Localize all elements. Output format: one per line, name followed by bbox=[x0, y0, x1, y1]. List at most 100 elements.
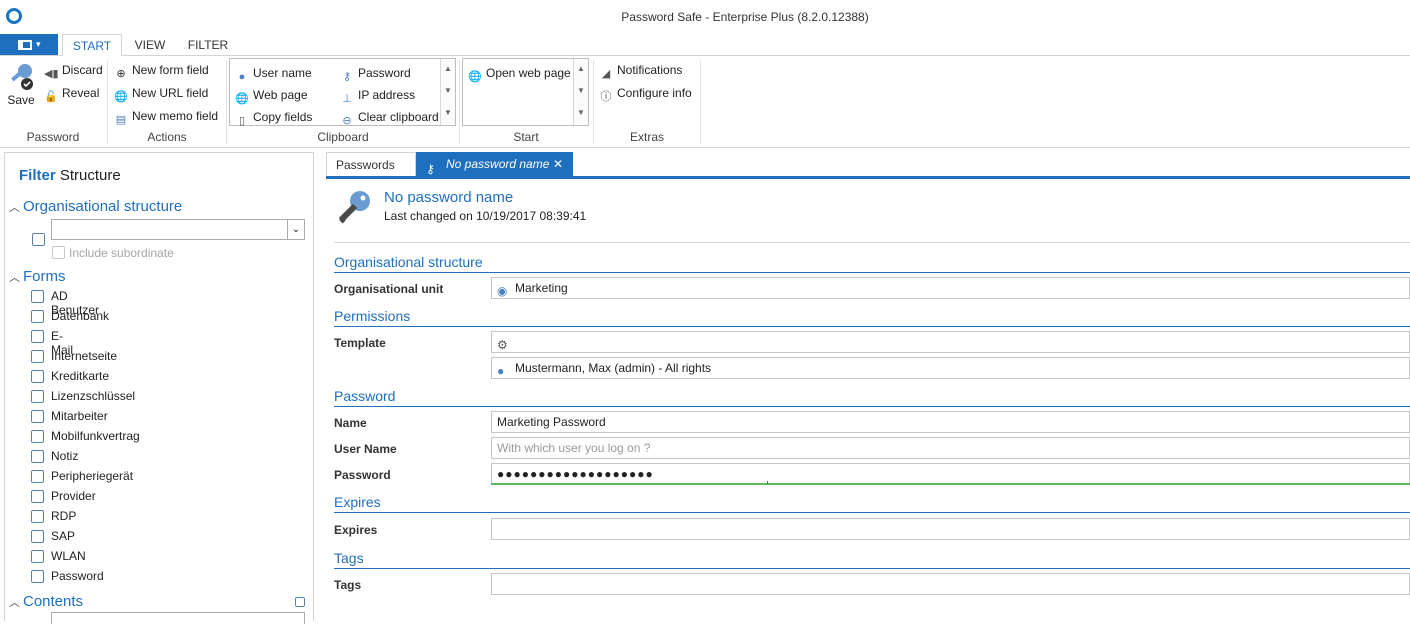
form-label: Provider bbox=[51, 489, 96, 503]
password-label: Password bbox=[334, 468, 391, 482]
clipboard-icon: ▯ bbox=[238, 115, 246, 127]
ribbon: Save ◀▮ Discard 🔓 Reveal Password ⊕ New for… bbox=[0, 56, 1410, 148]
ribbon-divider bbox=[226, 60, 227, 144]
scroll-up-icon[interactable]: ▲ bbox=[441, 59, 455, 81]
permission-entry[interactable]: ● Mustermann, Max (admin) - All rights bbox=[491, 357, 1410, 379]
tab-structure-panel[interactable]: Structure bbox=[60, 167, 121, 184]
form-checkbox[interactable] bbox=[31, 410, 44, 423]
password-field[interactable]: ●●●●●●●●●●●●●●●●●●● bbox=[491, 463, 1410, 485]
template-label: Template bbox=[334, 336, 386, 350]
copy-web-page-label: Web page bbox=[253, 88, 308, 102]
strength-marker bbox=[766, 481, 768, 484]
chevron-down-icon[interactable]: ⌄ bbox=[287, 220, 304, 239]
form-checkbox[interactable] bbox=[31, 310, 44, 323]
start-gallery: 🌐 Open web page ▲ ▼ ▼ bbox=[462, 58, 589, 126]
form-label: Password bbox=[51, 569, 104, 583]
form-checkbox[interactable] bbox=[31, 550, 44, 563]
contents-checkbox[interactable] bbox=[295, 597, 305, 607]
memo-icon: ▤ bbox=[115, 114, 127, 126]
form-label: Notiz bbox=[51, 449, 79, 463]
tab-no-password-name[interactable]: ⚷ No password name ✕ bbox=[416, 152, 573, 176]
org-structure-checkbox[interactable] bbox=[32, 233, 45, 246]
section-contents-title: Contents bbox=[23, 593, 84, 610]
gallery-expand-icon[interactable]: ▼ bbox=[441, 103, 455, 125]
open-web-page-button[interactable]: 🌐 Open web page bbox=[468, 63, 571, 83]
form-checkbox[interactable] bbox=[31, 430, 44, 443]
ribbon-tabs: ▾ START VIEW FILTER bbox=[0, 34, 1410, 57]
gallery-scrollbar[interactable]: ▲ ▼ ▼ bbox=[573, 59, 588, 125]
discard-label: Discard bbox=[62, 63, 103, 77]
key-icon: ⚷ bbox=[426, 162, 435, 176]
scroll-up-icon[interactable]: ▲ bbox=[574, 59, 588, 81]
minus-circle-icon: ⊖ bbox=[342, 115, 352, 127]
close-icon[interactable]: ✕ bbox=[553, 152, 563, 176]
new-memo-field-button[interactable]: ▤ New memo field bbox=[114, 106, 218, 126]
section-title-permissions: Permissions bbox=[334, 308, 411, 324]
form-checkbox[interactable] bbox=[31, 330, 44, 343]
form-checkbox[interactable] bbox=[31, 350, 44, 363]
scroll-down-icon[interactable]: ▼ bbox=[441, 81, 455, 103]
section-contents[interactable]: ︿ Contents bbox=[9, 593, 83, 610]
clear-clipboard-button[interactable]: ⊖ Clear clipboard bbox=[340, 107, 438, 127]
expires-label: Expires bbox=[334, 523, 378, 537]
reveal-button[interactable]: 🔓 Reveal bbox=[44, 83, 99, 103]
tab-filter-panel[interactable]: Filter bbox=[19, 167, 56, 184]
copy-user-name-button[interactable]: ● User name bbox=[235, 63, 312, 83]
expires-field[interactable] bbox=[491, 518, 1410, 540]
template-field[interactable]: ⚙ bbox=[491, 331, 1410, 353]
notifications-button[interactable]: ◢ Notifications bbox=[599, 60, 683, 80]
section-divider bbox=[334, 512, 1410, 513]
password-strength-bar bbox=[491, 481, 1410, 485]
new-form-field-button[interactable]: ⊕ New form field bbox=[114, 60, 208, 80]
form-label: Mobilfunkvertrag bbox=[51, 429, 140, 443]
window-title: Password Safe - Enterprise Plus (8.2.0.1… bbox=[621, 10, 869, 24]
title-bar: Password Safe - Enterprise Plus (8.2.0.1… bbox=[0, 0, 1410, 34]
include-subordinate-checkbox[interactable] bbox=[52, 246, 65, 259]
form-checkbox[interactable] bbox=[31, 510, 44, 523]
save-button[interactable]: Save bbox=[4, 60, 38, 112]
org-structure-dropdown[interactable]: ⌄ bbox=[51, 219, 305, 240]
copy-fields-button[interactable]: ▯ Copy fields bbox=[235, 107, 312, 127]
tab-passwords[interactable]: Passwords bbox=[326, 152, 416, 176]
form-checkbox[interactable] bbox=[31, 290, 44, 303]
tags-field[interactable] bbox=[491, 573, 1410, 595]
username-label: User Name bbox=[334, 442, 397, 456]
chevron-up-icon: ︿ bbox=[9, 597, 20, 609]
name-field[interactable]: Marketing Password bbox=[491, 411, 1410, 433]
discard-button[interactable]: ◀▮ Discard bbox=[44, 60, 103, 80]
group-label-start: Start bbox=[513, 130, 539, 144]
form-checkbox[interactable] bbox=[31, 470, 44, 483]
configure-info-button[interactable]: ⓘ Configure info bbox=[599, 83, 692, 103]
form-label: SAP bbox=[51, 529, 76, 543]
scroll-down-icon[interactable]: ▼ bbox=[574, 81, 588, 103]
copy-ip-address-button[interactable]: ⊥ IP address bbox=[340, 85, 415, 105]
form-checkbox[interactable] bbox=[31, 490, 44, 503]
form-checkbox[interactable] bbox=[31, 570, 44, 583]
discard-icon: ◀▮ bbox=[44, 68, 59, 80]
new-url-field-button[interactable]: 🌐 New URL field bbox=[114, 83, 208, 103]
contents-search-input[interactable] bbox=[51, 612, 305, 624]
form-checkbox[interactable] bbox=[31, 450, 44, 463]
group-label-actions: Actions bbox=[147, 130, 187, 144]
copy-password-button[interactable]: ⚷ Password bbox=[340, 63, 411, 83]
form-checkbox[interactable] bbox=[31, 390, 44, 403]
username-field[interactable]: With which user you log on ? bbox=[491, 437, 1410, 459]
form-checkbox[interactable] bbox=[31, 530, 44, 543]
form-checkbox[interactable] bbox=[31, 370, 44, 383]
section-org-structure[interactable]: ︿ Organisational structure bbox=[9, 198, 182, 215]
gallery-scrollbar[interactable]: ▲ ▼ ▼ bbox=[440, 59, 455, 125]
section-forms[interactable]: ︿ Forms bbox=[9, 268, 66, 285]
tab-filter[interactable]: FILTER bbox=[180, 34, 236, 56]
section-divider bbox=[334, 568, 1410, 569]
gallery-expand-icon[interactable]: ▼ bbox=[574, 103, 588, 125]
chevron-down-icon: ▾ bbox=[36, 39, 41, 49]
save-label: Save bbox=[7, 93, 35, 107]
form-label: RDP bbox=[51, 509, 77, 523]
org-unit-value: Marketing bbox=[515, 281, 568, 295]
tab-start[interactable]: START bbox=[62, 34, 122, 57]
copy-web-page-button[interactable]: 🌐 Web page bbox=[235, 85, 308, 105]
app-menu-button[interactable]: ▾ bbox=[0, 34, 58, 55]
org-unit-field[interactable]: ◉ Marketing bbox=[491, 277, 1410, 299]
new-memo-field-label: New memo field bbox=[132, 109, 219, 123]
tab-view[interactable]: VIEW bbox=[126, 34, 174, 56]
